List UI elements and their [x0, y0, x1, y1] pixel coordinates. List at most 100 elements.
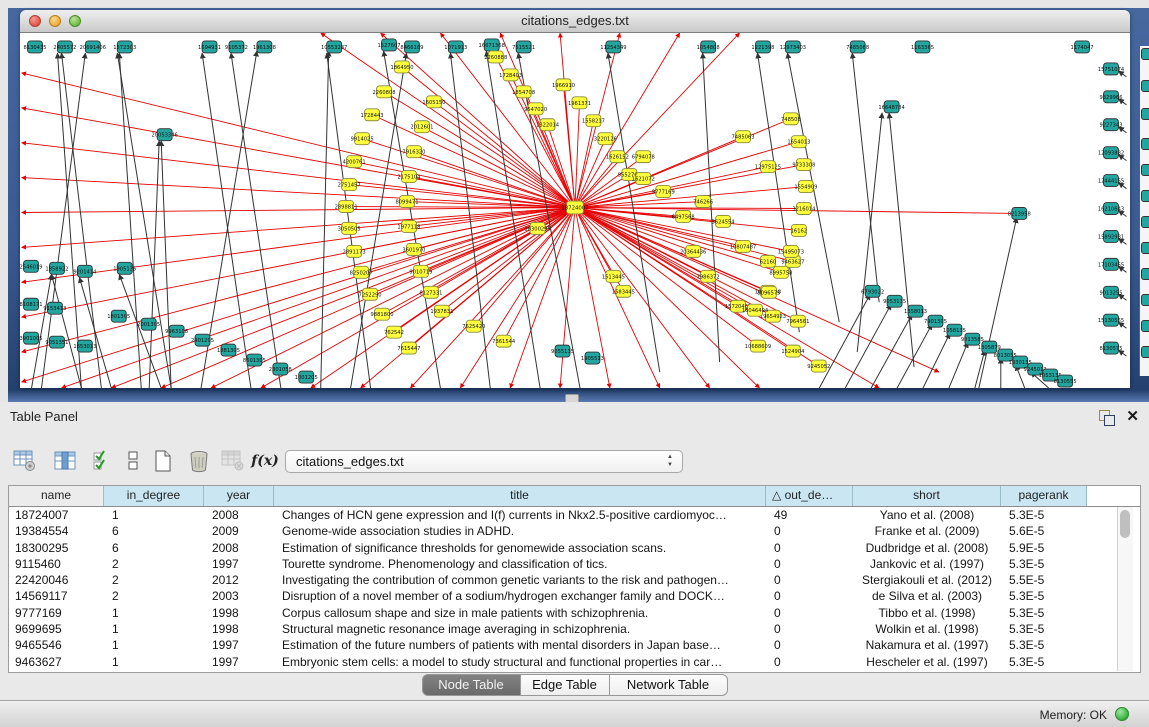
table-cell: 2012 — [204, 572, 274, 588]
network-node[interactable] — [1141, 320, 1149, 332]
table-cell: 1 — [104, 605, 204, 621]
column-header-pagerank[interactable]: pagerank — [1001, 486, 1087, 506]
table-row[interactable]: 1456911722003Disruption of a novel membe… — [9, 588, 1140, 604]
minimize-window-icon[interactable] — [49, 15, 61, 27]
checklist-icon — [92, 450, 114, 472]
tab-network-table[interactable]: Network Table — [610, 674, 728, 696]
column-header-year[interactable]: year — [204, 486, 274, 506]
select-columns-icon[interactable] — [52, 448, 78, 474]
node-label: 1977118 — [397, 224, 420, 230]
node-label: 1527607 — [378, 43, 401, 49]
network-node[interactable] — [1141, 108, 1149, 120]
network-node[interactable] — [1141, 242, 1149, 254]
network-node[interactable] — [1141, 346, 1149, 358]
node-label: 1694931 — [198, 45, 221, 51]
table-row[interactable]: 969969511998Structural magnetic resonanc… — [9, 621, 1140, 637]
node-label: 12973403 — [780, 45, 806, 51]
table-cell: 5.3E-5 — [1001, 621, 1087, 637]
table-cell: de Silva et al. (2003) — [853, 588, 1001, 604]
node-label: 15130555 — [1098, 318, 1124, 324]
network-node[interactable] — [1141, 216, 1149, 228]
network-node[interactable] — [1141, 268, 1149, 280]
vertical-scrollbar[interactable] — [1117, 507, 1133, 671]
close-window-icon[interactable] — [29, 15, 41, 27]
node-label: 1853013 — [73, 344, 96, 350]
table-cell: 5.3E-5 — [1001, 588, 1087, 604]
new-document-icon — [152, 449, 174, 473]
new-table-icon[interactable] — [150, 448, 176, 474]
show-columns-icon[interactable] — [90, 448, 116, 474]
node-label: 8601305 — [243, 358, 266, 364]
table-cell: 5.6E-5 — [1001, 523, 1087, 539]
close-panel-icon[interactable]: ✕ — [1126, 407, 1139, 425]
network-node[interactable] — [1141, 190, 1149, 202]
table-row[interactable]: 946554611997Estimation of the future num… — [9, 637, 1140, 653]
dropdown-arrows-icon: ▲▼ — [667, 453, 673, 469]
node-label: 20053346 — [151, 133, 177, 139]
column-header-title[interactable]: title — [274, 486, 766, 506]
node-label: 9201414 — [73, 269, 96, 275]
node-label: 8130435 — [23, 45, 46, 51]
node-label: 16210643 — [1098, 207, 1124, 213]
network-window-titlebar[interactable]: citations_edges.txt — [20, 10, 1130, 33]
table-cell: 5.3E-5 — [1001, 654, 1087, 670]
table-row[interactable]: 2242004622012Investigating the contribut… — [9, 572, 1140, 588]
node-label: 1071913 — [444, 45, 467, 51]
node-label: 8108171 — [20, 302, 43, 308]
node-label: 1858922 — [45, 266, 68, 272]
memory-status-icon[interactable] — [1115, 707, 1129, 721]
table-cell: 1998 — [204, 621, 274, 637]
node-label: 10807487 — [730, 244, 756, 250]
table-row[interactable]: 1830029562008Estimation of significance … — [9, 540, 1140, 556]
node-label: 1626152 — [606, 155, 629, 161]
network-node[interactable] — [1141, 80, 1149, 92]
table-cell: 0 — [766, 637, 853, 653]
table-cell: Yano et al. (2008) — [853, 507, 1001, 523]
node-label: 7964561 — [786, 319, 809, 325]
table-cell: Stergiakouli et al. (2012) — [853, 572, 1001, 588]
node-label: 7515521 — [512, 45, 535, 51]
table-cell: Hescheler et al. (1997) — [853, 654, 1001, 670]
network-node[interactable] — [1141, 294, 1149, 306]
network-node[interactable] — [1141, 164, 1149, 176]
node-label: 1058135 — [943, 328, 966, 334]
zoom-window-icon[interactable] — [69, 15, 81, 27]
node-label: 9463627 — [781, 259, 804, 265]
trash-icon — [188, 449, 210, 473]
table-cell: 0 — [766, 621, 853, 637]
node-label: 1001205 — [295, 375, 318, 381]
column-header-in_degree[interactable]: in_degree — [104, 486, 204, 506]
node-label: 1524904 — [781, 349, 804, 355]
table-cell: 14569117 — [9, 588, 104, 604]
table-selector-dropdown[interactable]: citations_edges.txt ▲▼ — [285, 450, 683, 473]
float-panel-icon[interactable] — [1099, 410, 1115, 425]
column-header-out_de[interactable]: △ out_de… — [766, 486, 853, 506]
row-height-icon[interactable] — [120, 448, 146, 474]
network-node[interactable] — [1141, 138, 1149, 150]
tab-node-table[interactable]: Node Table — [422, 674, 521, 696]
delete-column-icon[interactable] — [186, 448, 212, 474]
table-cell: 19384554 — [9, 523, 104, 539]
table-cell: 2009 — [204, 523, 274, 539]
column-header-name[interactable]: name — [9, 486, 104, 506]
table-row[interactable]: 1938455462009Genome-wide association stu… — [9, 523, 1140, 539]
table-cell: 1 — [104, 654, 204, 670]
network-node[interactable] — [1141, 48, 1149, 60]
table-row[interactable]: 977716911998Corpus callosum shape and si… — [9, 605, 1140, 621]
scrollbar-thumb[interactable] — [1120, 510, 1130, 538]
network-canvas[interactable]: 8130435240557220691406157230316949319105… — [20, 33, 1130, 388]
table-cell: Estimation of significance thresholds fo… — [274, 540, 766, 556]
function-builder-icon[interactable]: f(x) — [252, 448, 278, 474]
table-row[interactable]: 911546021997Tourette syndrome. Phenomeno… — [9, 556, 1140, 572]
node-label: 2260808 — [373, 90, 396, 96]
node-label: 2891173 — [343, 249, 366, 255]
tab-edge-table[interactable]: Edge Table — [521, 674, 610, 696]
table-cell: 0 — [766, 605, 853, 621]
node-label: 8466169 — [400, 45, 423, 51]
table-row[interactable]: 1872400712008Changes of HCN gene express… — [9, 507, 1140, 523]
node-label: 16671368 — [479, 43, 505, 49]
table-settings-icon[interactable] — [12, 448, 38, 474]
column-header-short[interactable]: short — [853, 486, 1001, 506]
table-row[interactable]: 946362711997Embryonic stem cells: a mode… — [9, 654, 1140, 670]
table-cell: Changes of HCN gene expression and I(f) … — [274, 507, 766, 523]
